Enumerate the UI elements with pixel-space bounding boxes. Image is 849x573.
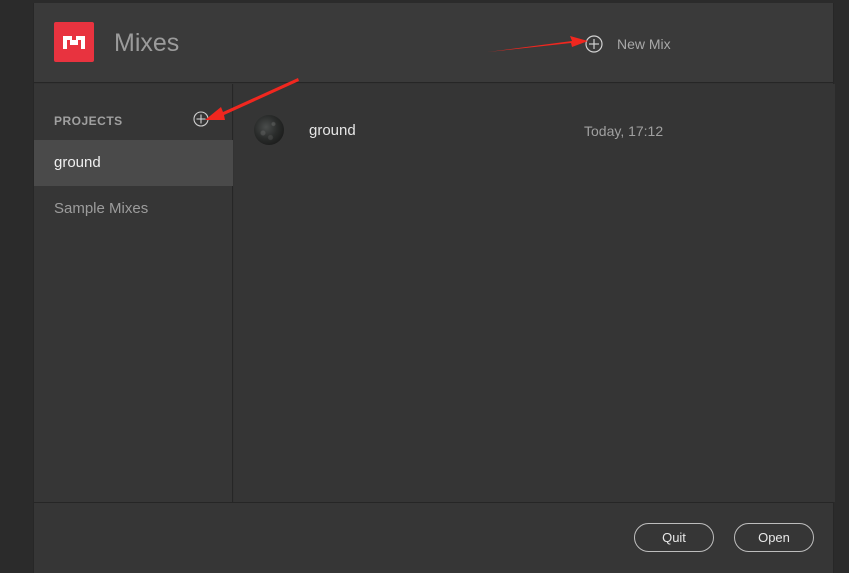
page-title: Mixes [114,29,180,57]
projects-section-title: PROJECTS [54,114,123,128]
plus-circle-icon [585,35,603,53]
mixes-window: Mixes New Mix PROJECTS ground Sample Mix… [33,3,835,573]
mix-name: ground [309,122,356,139]
new-mix-label: New Mix [617,36,671,52]
mix-date: Today, 17:12 [584,123,664,139]
mixamo-logo-icon [54,22,94,62]
mix-thumbnail [254,115,284,145]
mix-list: ground Today, 17:12 [234,84,835,502]
new-mix-button[interactable]: New Mix [585,33,671,55]
projects-header: PROJECTS [34,84,232,140]
quit-button[interactable]: Quit [634,523,714,552]
list-item[interactable]: ground Today, 17:12 [234,108,835,152]
sidebar: PROJECTS ground Sample Mixes [34,84,233,502]
footer: Quit Open [34,502,833,573]
sidebar-item-ground[interactable]: ground [34,140,233,186]
header: Mixes New Mix [34,3,833,83]
open-button[interactable]: Open [734,523,814,552]
add-project-button[interactable] [193,111,209,127]
sidebar-item-sample-mixes[interactable]: Sample Mixes [34,186,233,232]
